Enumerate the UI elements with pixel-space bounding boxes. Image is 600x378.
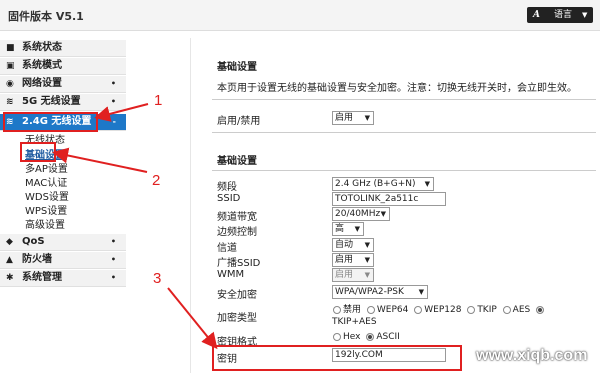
watermark: www.xiqb.com — [476, 347, 588, 364]
annotation-arrows — [52, 103, 218, 350]
arrow-1 — [94, 103, 149, 122]
annotation-number-1: 1 — [154, 92, 163, 109]
arrow-3 — [167, 287, 218, 350]
arrow-2 — [52, 147, 148, 173]
annotation-number-3: 3 — [153, 270, 162, 287]
annotation-number-2: 2 — [152, 172, 161, 189]
